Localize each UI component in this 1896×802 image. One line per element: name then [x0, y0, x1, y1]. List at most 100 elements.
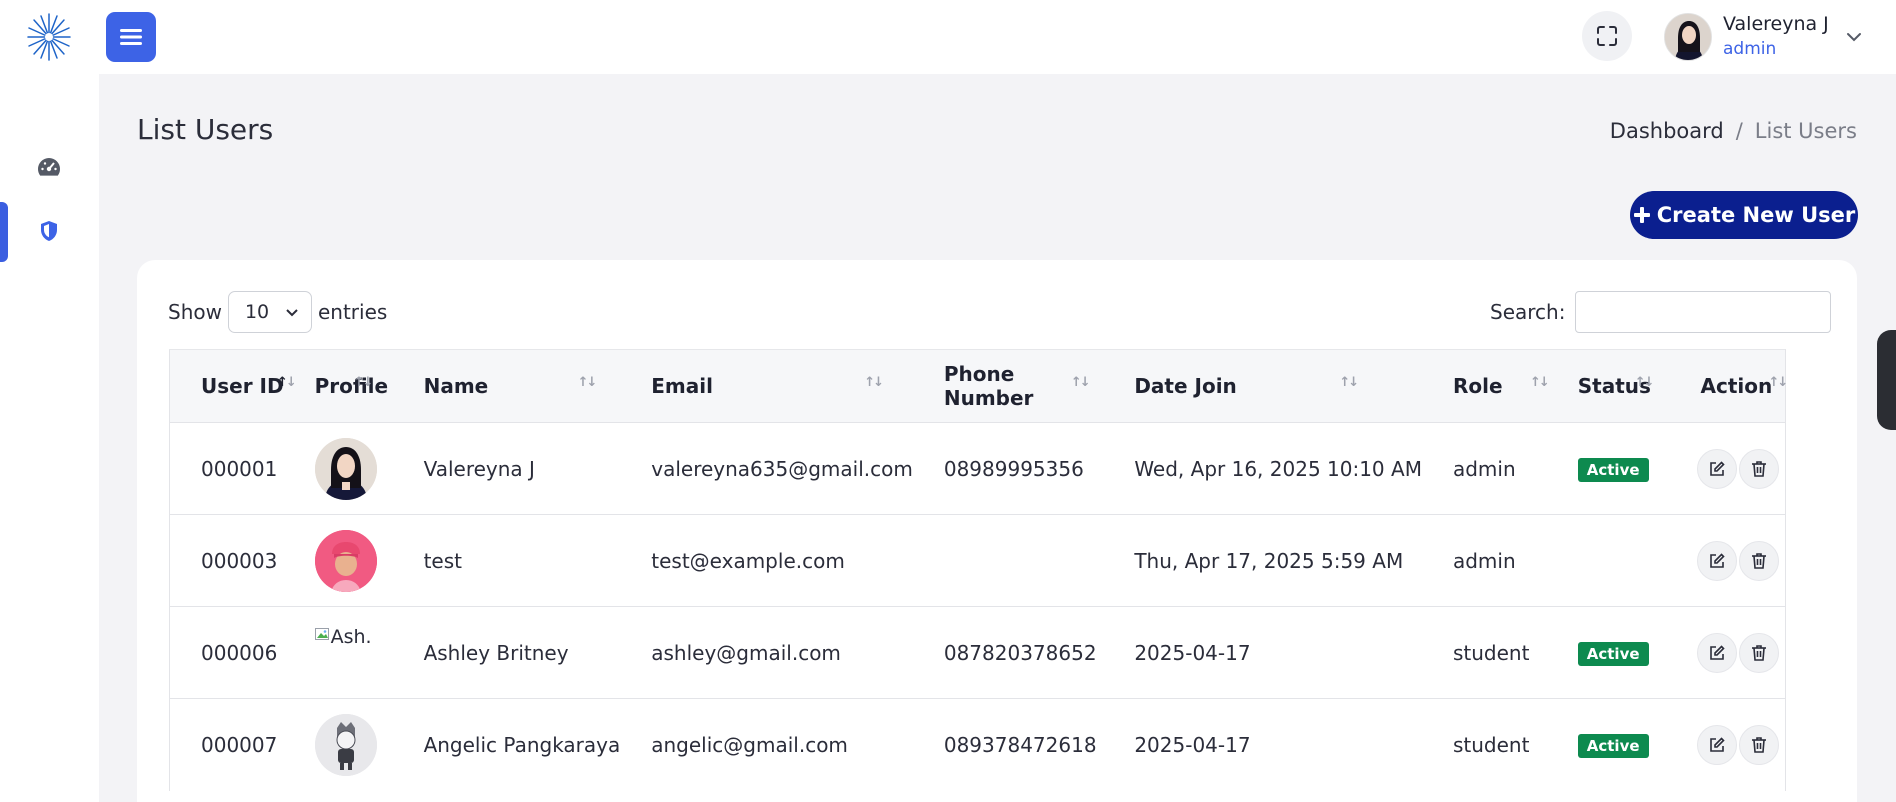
email-cell: ashley@gmail.com	[651, 640, 841, 665]
create-new-user-button[interactable]: Create New User	[1630, 191, 1858, 239]
avatar[interactable]	[1664, 13, 1712, 61]
sidebar	[0, 0, 99, 802]
delete-button[interactable]	[1739, 448, 1780, 489]
menu-toggle-button[interactable]	[106, 12, 156, 62]
user-name[interactable]: Valereyna J	[1723, 13, 1829, 35]
column-header[interactable]: Status ↑↓	[1546, 349, 1667, 423]
user-id-cell: 000003	[168, 514, 284, 607]
column-header[interactable]: Date Join ↑↓	[1103, 349, 1422, 423]
table-row: 000003 test test@example.com Thu, Apr 17…	[168, 514, 1787, 607]
fullscreen-icon	[1597, 26, 1617, 46]
email-cell: test@example.com	[651, 548, 845, 573]
edit-icon	[1710, 460, 1726, 476]
breadcrumb: Dashboard / List Users	[1610, 119, 1857, 143]
table-row: 000007 Angelic Pangkaraya angelic@gmail.…	[168, 698, 1787, 791]
entries-value: 10	[244, 301, 270, 323]
phone-cell: 087820378652	[943, 640, 1097, 665]
column-header[interactable]: Profile ↑↓	[283, 349, 393, 423]
sort-icon: ↑↓	[1339, 375, 1359, 390]
chevron-down-icon	[286, 309, 298, 317]
trash-icon	[1752, 644, 1767, 661]
breadcrumb-separator: /	[1735, 119, 1743, 143]
role-cell: admin	[1452, 548, 1516, 573]
phone-cell: 089378472618	[943, 732, 1097, 757]
delete-button[interactable]	[1739, 724, 1780, 765]
entries-control: Show 10 entries	[168, 291, 387, 333]
action-cell	[1666, 606, 1787, 699]
search-label: Search:	[1490, 300, 1566, 324]
status-cell: Active	[1547, 699, 1667, 791]
edit-icon	[1710, 737, 1726, 752]
sort-icon: ↑↓	[1070, 375, 1091, 390]
phone-cell	[913, 515, 1103, 607]
status-badge: Active	[1577, 641, 1649, 666]
plus-icon	[1633, 207, 1650, 223]
edit-button[interactable]	[1697, 540, 1738, 581]
sort-icon: ↑↓	[1768, 375, 1788, 390]
edit-icon	[1710, 644, 1726, 660]
fullscreen-button[interactable]	[1582, 11, 1632, 61]
role-cell: student	[1452, 640, 1530, 665]
profile-alt-text: Ash.	[330, 625, 372, 648]
sort-icon: ↑↓	[864, 375, 884, 390]
column-header[interactable]: Email ↑↓	[620, 349, 913, 423]
date-join-cell: Thu, Apr 17, 2025 5:59 AM	[1134, 548, 1404, 573]
breadcrumb-current: List Users	[1754, 119, 1857, 143]
dashboard-gauge-icon[interactable]	[36, 154, 62, 180]
profile-cell: Ash.	[284, 607, 393, 699]
table-row: 000006 Ash. Ashley Britney ashley@gmail.…	[168, 606, 1787, 699]
edit-button[interactable]	[1697, 448, 1738, 489]
action-cell	[1666, 422, 1787, 515]
edit-button[interactable]	[1697, 724, 1738, 765]
delete-button[interactable]	[1739, 540, 1780, 581]
settings-side-tab[interactable]	[1877, 330, 1896, 430]
email-cell: valereyna635@gmail.com	[651, 456, 913, 481]
sort-icon: ↑↓	[1529, 375, 1550, 390]
breadcrumb-home[interactable]: Dashboard	[1610, 119, 1724, 143]
user-role: admin	[1723, 39, 1777, 59]
logo-burst-icon[interactable]	[26, 12, 72, 62]
column-header[interactable]: Phone Number ↑↓	[912, 349, 1104, 423]
status-badge: Active	[1577, 733, 1649, 758]
status-cell: Active	[1547, 607, 1667, 699]
shield-icon[interactable]	[36, 218, 62, 244]
name-cell: Valereyna J	[423, 456, 535, 481]
email-cell: angelic@gmail.com	[651, 732, 848, 757]
edit-button[interactable]	[1697, 632, 1738, 673]
table-row: 000001 Valereyna J valereyna635@gmail.co…	[168, 422, 1787, 515]
date-join-cell: 2025-04-17	[1134, 732, 1251, 757]
search-input[interactable]	[1575, 291, 1832, 333]
phone-cell: 08989995356	[943, 456, 1084, 481]
profile-cell	[284, 515, 393, 607]
user-id-cell: 000006	[168, 606, 284, 699]
date-join-cell: Wed, Apr 16, 2025 10:10 AM	[1134, 456, 1422, 481]
search-control: Search:	[1490, 291, 1832, 333]
profile-cell	[284, 423, 393, 515]
sort-icon: ↑↓	[1634, 375, 1655, 390]
column-header[interactable]: Name ↑↓	[392, 349, 621, 423]
status-cell: Active	[1547, 423, 1667, 515]
edit-icon	[1710, 552, 1726, 568]
status-badge: Active	[1577, 457, 1649, 482]
column-header[interactable]: Action ↑↓	[1666, 349, 1788, 423]
chevron-down-icon[interactable]	[1845, 28, 1863, 46]
column-header[interactable]: Role ↑↓	[1421, 349, 1550, 423]
sort-icon: ↑↓	[353, 375, 374, 390]
entries-select[interactable]: 10	[227, 291, 312, 333]
broken-image-icon	[314, 627, 329, 640]
action-cell	[1666, 514, 1787, 607]
trash-icon	[1752, 552, 1767, 569]
avatar	[314, 529, 377, 592]
delete-button[interactable]	[1739, 632, 1780, 673]
users-table: User ID ↑↓ Profile ↑↓ Name ↑↓ Email ↑↓ Phone…	[168, 349, 1788, 791]
create-button-label: Create New User	[1656, 203, 1856, 227]
role-cell: admin	[1452, 456, 1516, 481]
user-id-cell: 000007	[168, 698, 284, 791]
active-indicator	[0, 202, 8, 262]
show-label: Show	[168, 300, 222, 324]
avatar	[314, 437, 377, 500]
status-cell	[1547, 515, 1667, 607]
role-cell: student	[1452, 732, 1530, 757]
entries-label: entries	[317, 300, 388, 324]
column-header[interactable]: User ID ↑↓	[168, 349, 297, 423]
